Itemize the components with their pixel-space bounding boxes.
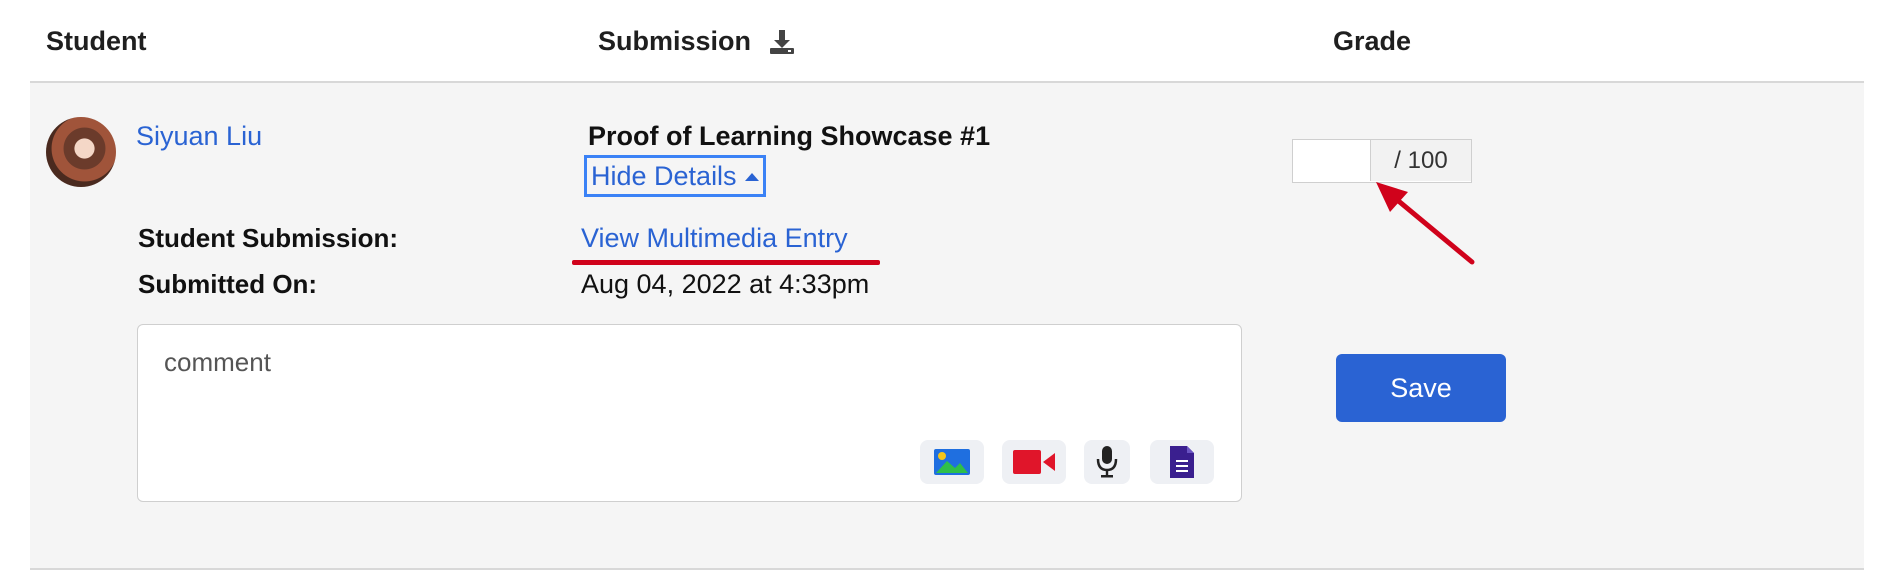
- save-button[interactable]: Save: [1336, 354, 1506, 422]
- assignment-title: Proof of Learning Showcase #1: [588, 121, 991, 151]
- student-name-link[interactable]: Siyuan Liu: [136, 121, 262, 152]
- column-header-student: Student: [46, 26, 147, 56]
- hide-details-label: Hide Details: [591, 160, 737, 191]
- attach-file-button[interactable]: [1150, 440, 1214, 484]
- annotation-underline: [572, 260, 880, 265]
- caret-up-icon: [744, 173, 759, 181]
- download-icon[interactable]: [769, 29, 795, 55]
- record-video-button[interactable]: [1002, 440, 1066, 484]
- microphone-icon: [1096, 446, 1118, 478]
- comment-box: [137, 324, 1242, 502]
- annotation-arrow: [1376, 182, 1475, 265]
- submission-row: Siyuan Liu Proof of Learning Showcase #1…: [30, 81, 1864, 570]
- grade-field: / 100: [1292, 139, 1472, 183]
- grading-page: Student Submission Grade Siyuan Liu Proo…: [0, 0, 1884, 576]
- submitted-on-label: Submitted On:: [138, 269, 318, 299]
- column-header-submission: Submission: [598, 26, 795, 57]
- submitted-on-value: Aug 04, 2022 at 4:33pm: [581, 269, 870, 299]
- grade-input[interactable]: [1293, 140, 1371, 181]
- video-camera-icon: [1013, 450, 1055, 474]
- view-multimedia-entry-link[interactable]: View Multimedia Entry: [581, 223, 848, 254]
- document-icon: [1170, 446, 1194, 478]
- hide-details-button[interactable]: Hide Details: [584, 155, 766, 197]
- column-header-submission-label: Submission: [598, 26, 752, 56]
- record-audio-button[interactable]: [1084, 440, 1130, 484]
- student-submission-label: Student Submission:: [138, 223, 398, 253]
- image-icon: [934, 449, 970, 475]
- column-header-grade: Grade: [1333, 26, 1412, 56]
- comment-input[interactable]: [162, 341, 1166, 383]
- grade-max-label: / 100: [1371, 140, 1471, 181]
- insert-image-button[interactable]: [920, 440, 984, 484]
- avatar: [46, 117, 116, 187]
